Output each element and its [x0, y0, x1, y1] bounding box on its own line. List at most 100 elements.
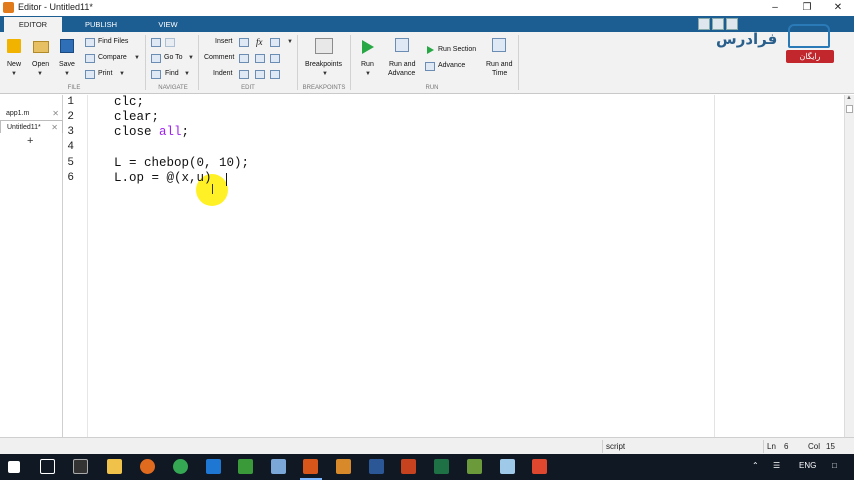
line-number: 6	[67, 172, 74, 184]
find-label: Find	[165, 70, 179, 77]
ribbon-divider	[145, 35, 146, 90]
chevron-up-icon[interactable]: ⌃	[752, 461, 759, 470]
faradars-logo: فرادرس رایگان	[714, 20, 836, 64]
app-icon[interactable]	[532, 459, 547, 474]
insert-function-icon[interactable]	[270, 38, 280, 47]
quick-access-icon[interactable]	[698, 18, 710, 30]
run-and-advance-label-1: Run and	[389, 61, 416, 68]
ribbon-divider	[297, 35, 298, 90]
tab-editor[interactable]: EDITOR	[4, 17, 62, 32]
save-icon	[60, 39, 74, 53]
powerpoint-icon[interactable]	[401, 459, 416, 474]
find-icon	[151, 70, 161, 79]
tab-publish[interactable]: PUBLISH	[68, 17, 134, 32]
matlab-taskbar-icon[interactable]	[303, 459, 318, 474]
line-number: 5	[67, 157, 74, 169]
code-editor[interactable]: 1 2 3 4 5 6 clc; clear; close all; L = c…	[64, 95, 844, 437]
group-label-navigate: NAVIGATE	[158, 85, 188, 91]
window-title: Editor - Untitled11*	[18, 2, 93, 12]
chevron-down-icon: ▼	[188, 55, 194, 61]
restore-button[interactable]: ❐	[791, 0, 823, 16]
group-label-file: FILE	[67, 85, 81, 91]
indent-label: Indent	[213, 70, 233, 77]
status-ln-label: Ln	[767, 442, 776, 451]
app-icon[interactable]	[500, 459, 515, 474]
chrome-icon[interactable]	[173, 459, 188, 474]
decrease-indent-icon[interactable]	[270, 70, 280, 79]
comment-label: Comment	[204, 54, 235, 61]
status-col-label: Col	[808, 442, 821, 451]
title-bar: Editor - Untitled11* – ❐ ✕	[0, 0, 854, 16]
close-tab-icon[interactable]: ✕	[52, 107, 59, 120]
chevron-down-icon: ▼	[134, 55, 140, 61]
run-icon	[362, 40, 374, 54]
3d-app-icon[interactable]	[271, 459, 286, 474]
new-tab-button[interactable]: +	[27, 135, 33, 147]
code-line[interactable]: L.op = @(x,u)	[114, 171, 219, 185]
matlab-icon	[3, 2, 14, 13]
wrap-comments-icon[interactable]	[270, 54, 280, 63]
chevron-down-icon[interactable]: ▼	[287, 39, 293, 45]
close-tab-icon[interactable]: ✕	[51, 121, 58, 134]
notifications-icon[interactable]: □	[832, 461, 837, 470]
excel-icon[interactable]	[434, 459, 449, 474]
chevron-down-icon: ▼	[184, 71, 190, 77]
xampp-icon[interactable]	[336, 459, 351, 474]
close-window-button[interactable]: ✕	[822, 0, 854, 16]
status-bar: script Ln 6 Col 15	[0, 437, 854, 454]
file-explorer-icon[interactable]	[107, 459, 122, 474]
line-number: 4	[67, 141, 74, 153]
app-icon[interactable]	[238, 459, 253, 474]
increase-indent-icon[interactable]	[255, 70, 265, 79]
group-label-breakpoints: BREAKPOINTS	[302, 85, 346, 91]
run-and-advance-icon	[395, 38, 409, 52]
status-file-type: script	[606, 442, 626, 451]
group-label-edit: EDIT	[241, 85, 255, 91]
forward-arrow-icon[interactable]	[165, 38, 175, 47]
breakpoints-icon	[315, 38, 333, 54]
minimize-button[interactable]: –	[759, 0, 791, 16]
group-label-run: RUN	[425, 85, 439, 91]
code-line[interactable]: clc;	[114, 95, 144, 109]
line-number: 1	[67, 96, 74, 108]
code-line[interactable]: clear;	[114, 110, 159, 124]
back-arrow-icon[interactable]	[151, 38, 161, 47]
scroll-thumb[interactable]	[846, 105, 853, 113]
network-icon[interactable]: ☰	[773, 461, 780, 470]
breakpoints-label: Breakpoints	[305, 61, 342, 68]
ribbon-divider	[518, 35, 519, 90]
code-token: close	[114, 125, 160, 139]
vertical-scrollbar[interactable]: ▲	[844, 95, 854, 437]
fx-button[interactable]: fx	[256, 37, 263, 47]
app-icon[interactable]	[467, 459, 482, 474]
language-indicator[interactable]: ENG	[799, 461, 816, 470]
scroll-up-icon[interactable]: ▲	[846, 95, 852, 101]
file-tab-untitled11[interactable]: Untitled11* ✕	[0, 120, 63, 133]
windows-start-icon[interactable]	[8, 461, 20, 473]
terminal-app-icon[interactable]	[73, 459, 88, 474]
run-section-icon	[427, 46, 434, 54]
comment-icon	[239, 54, 249, 63]
word-icon[interactable]	[369, 459, 384, 474]
task-view-icon[interactable]	[40, 459, 55, 474]
status-column-number: 15	[826, 442, 835, 451]
edge-icon[interactable]	[206, 459, 221, 474]
status-divider	[763, 440, 764, 453]
line-number: 2	[67, 111, 74, 123]
matlab-editor-window: Editor - Untitled11* – ❐ ✕ EDITOR PUBLIS…	[0, 0, 854, 480]
code-line[interactable]: L = chebop(0, 10);	[114, 156, 249, 170]
insert-icon	[239, 38, 249, 47]
file-tab-app1[interactable]: app1.m ✕	[0, 107, 63, 120]
windows-taskbar: ⌃ ☰ ENG □	[0, 454, 854, 480]
file-tabs-pane: app1.m ✕ Untitled11* ✕ +	[0, 95, 63, 437]
save-label: Save	[59, 61, 75, 68]
ribbon-divider	[198, 35, 199, 90]
firefox-icon[interactable]	[140, 459, 155, 474]
uncomment-icon[interactable]	[255, 54, 265, 63]
new-label: New	[7, 61, 22, 68]
line-number-gutter: 1 2 3 4 5 6	[64, 95, 88, 437]
run-label: Run	[361, 61, 374, 68]
tab-view[interactable]: VIEW	[140, 17, 196, 32]
code-line[interactable]: close all;	[114, 125, 189, 139]
run-and-time-label-2: Time	[492, 70, 508, 77]
